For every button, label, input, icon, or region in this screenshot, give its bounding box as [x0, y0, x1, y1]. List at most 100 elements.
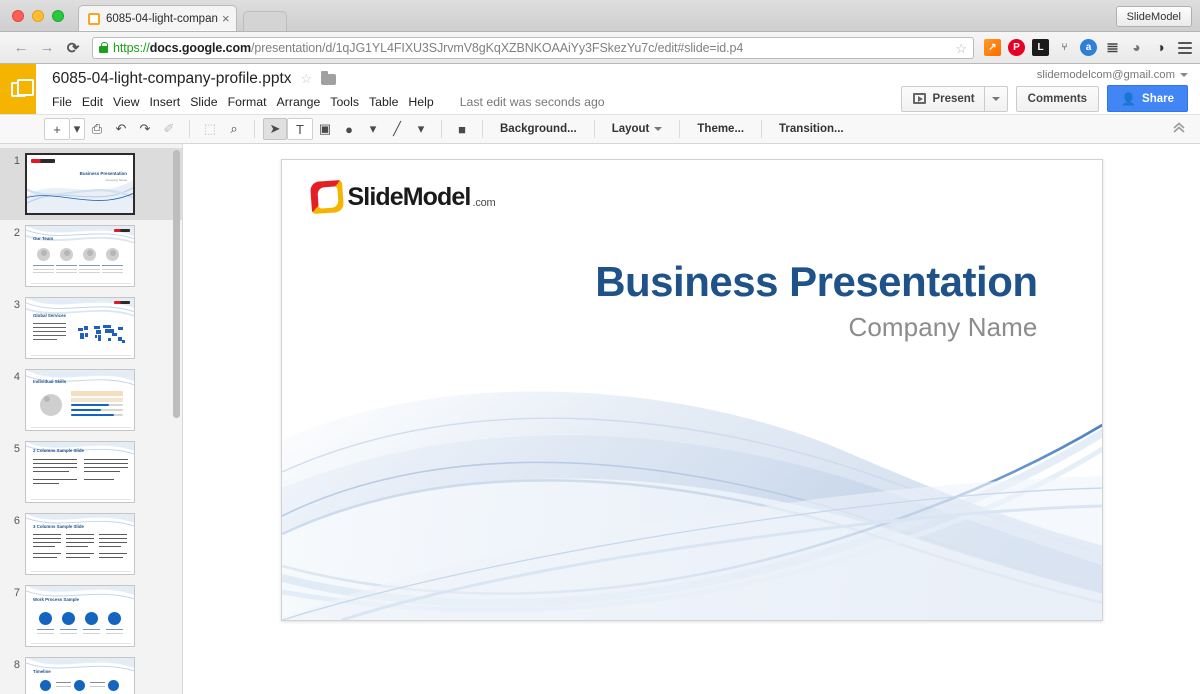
last-edit-status[interactable]: Last edit was seconds ago — [460, 95, 605, 109]
thumbnail-slide-8[interactable]: 8 Timeline — [0, 652, 182, 694]
ruler-extension-icon[interactable]: ⑂ — [1056, 39, 1073, 56]
close-window-button[interactable] — [12, 10, 24, 22]
header-button-group: Present Comments 👤 Share — [901, 85, 1188, 112]
collapse-toolbar-icon[interactable] — [1172, 122, 1192, 137]
paint-format-icon[interactable]: ✐ — [157, 118, 181, 140]
thumbnail-slide-2[interactable]: 2 Our Team — [0, 220, 182, 292]
menu-table[interactable]: Table — [369, 92, 406, 112]
new-tab-button[interactable] — [243, 11, 287, 31]
thumbnail-canvas: 3 Columns Sample Slide — [25, 513, 135, 575]
chevron-down-icon — [992, 97, 1000, 101]
present-button-group: Present — [901, 86, 1007, 112]
thumbnail-number: 5 — [4, 441, 20, 455]
menu-help[interactable]: Help — [408, 92, 441, 112]
present-dropdown-button[interactable] — [985, 86, 1008, 112]
select-tool-icon[interactable]: ➤ — [263, 118, 287, 140]
thumbnail-number: 8 — [4, 657, 20, 671]
star-icon[interactable]: ☆ — [301, 71, 313, 87]
slide-canvas-area[interactable]: SlideModel .com Business Presentation Co… — [183, 144, 1200, 694]
browser-profile-button[interactable]: SlideModel — [1116, 6, 1192, 27]
url-scheme: https:// — [113, 41, 150, 55]
slide-subtitle[interactable]: Company Name — [848, 312, 1037, 343]
wave-graphic-icon — [27, 155, 133, 215]
buffer-extension-icon[interactable]: ≣ — [1104, 39, 1121, 56]
tab-close-icon[interactable]: × — [222, 12, 230, 25]
chevron-down-icon — [654, 127, 662, 131]
shape-dropdown-icon[interactable]: ▾ — [361, 118, 385, 140]
account-indicator[interactable]: slidemodelcom@gmail.com — [1037, 69, 1188, 81]
thumbnail-slide-5[interactable]: 5 2 Columns Sample Slide — [0, 436, 182, 508]
document-title[interactable]: 6085-04-light-company-profile.pptx — [52, 70, 292, 88]
menu-tools[interactable]: Tools — [330, 92, 367, 112]
thumbnail-slide-6[interactable]: 6 3 Columns Sample Slide — [0, 508, 182, 580]
slide-title[interactable]: Business Presentation — [595, 258, 1037, 306]
share-button[interactable]: 👤 Share — [1107, 85, 1188, 112]
toolbar-divider — [594, 120, 595, 138]
google-slides-icon[interactable] — [0, 64, 36, 114]
background-button[interactable]: Background... — [491, 118, 586, 140]
menu-insert[interactable]: Insert — [149, 92, 188, 112]
url-host: docs.google.com — [150, 41, 251, 55]
line-dropdown-icon[interactable]: ▾ — [409, 118, 433, 140]
minimize-window-button[interactable] — [32, 10, 44, 22]
slidemodel-logo-text: SlideModel — [348, 183, 471, 212]
slide-filmstrip[interactable]: 1 Business Presentation Company Name — [0, 144, 183, 694]
textbox-tool-icon[interactable]: T — [287, 118, 313, 140]
browser-navbar: ← → ⟳ https://docs.google.com/presentati… — [0, 32, 1200, 64]
menu-file[interactable]: File — [52, 92, 80, 112]
url-text: https://docs.google.com/presentation/d/1… — [113, 41, 743, 55]
toolbar-divider — [761, 120, 762, 138]
reload-icon[interactable]: ⟳ — [60, 35, 86, 61]
thumbnail-slide-4[interactable]: 4 Individual Skills — [0, 364, 182, 436]
undo-icon[interactable]: ↶ — [109, 118, 133, 140]
hootsuite-extension-icon[interactable]: ◑ — [1152, 39, 1169, 56]
new-slide-button[interactable]: + — [44, 118, 70, 140]
comments-button[interactable]: Comments — [1016, 86, 1099, 112]
chrome-menu-icon[interactable] — [1178, 42, 1192, 54]
filmstrip-scrollbar[interactable] — [173, 150, 180, 418]
thumbnail-number: 1 — [4, 153, 20, 167]
slides-toolbar: + ▾ ⎙ ↶ ↷ ✐ ⬚ ⌕ ➤ T ▣ ● ▾ ╱ ▾ ■ Backgrou… — [0, 114, 1200, 144]
toolbar-divider — [482, 120, 483, 138]
amazon-extension-icon[interactable]: a — [1080, 39, 1097, 56]
menu-edit[interactable]: Edit — [82, 92, 111, 112]
browser-tab[interactable]: 6085-04-light-company-pr × — [78, 5, 237, 31]
analytics-extension-icon[interactable]: ↗ — [984, 39, 1001, 56]
extension-toolbar: ↗ P L ⑂ a ≣ ◕ ◑ — [980, 39, 1192, 56]
redo-icon[interactable]: ↷ — [133, 118, 157, 140]
zoom-icon[interactable]: ⌕ — [222, 118, 246, 140]
address-bar[interactable]: https://docs.google.com/presentation/d/1… — [92, 37, 974, 59]
current-slide[interactable]: SlideModel .com Business Presentation Co… — [281, 159, 1103, 621]
back-icon[interactable]: ← — [8, 35, 34, 61]
menu-view[interactable]: View — [113, 92, 147, 112]
menu-slide[interactable]: Slide — [190, 92, 225, 112]
title-and-menus: 6085-04-light-company-profile.pptx ☆ Fil… — [36, 64, 901, 114]
bookmark-star-icon[interactable]: ☆ — [955, 41, 967, 57]
menu-arrange[interactable]: Arrange — [277, 92, 329, 112]
pinterest-extension-icon[interactable]: P — [1008, 39, 1025, 56]
print-icon[interactable]: ⎙ — [85, 118, 109, 140]
theme-button[interactable]: Theme... — [688, 118, 753, 140]
folder-icon[interactable] — [321, 74, 336, 85]
layout-button[interactable]: Layout — [603, 118, 672, 140]
globe-extension-icon[interactable]: ◕ — [1128, 39, 1145, 56]
insert-video-icon[interactable]: ■ — [450, 118, 474, 140]
thumbnail-slide-1[interactable]: 1 Business Presentation Company Name — [0, 148, 182, 220]
forward-icon[interactable]: → — [34, 35, 60, 61]
insert-image-icon[interactable]: ▣ — [313, 118, 337, 140]
shape-tool-icon[interactable]: ● — [337, 118, 361, 140]
lastpass-extension-icon[interactable]: L — [1032, 39, 1049, 56]
maximize-window-button[interactable] — [52, 10, 64, 22]
tab-favicon-icon — [88, 13, 100, 25]
scrollbar-thumb[interactable] — [173, 150, 180, 418]
new-slide-dropdown[interactable]: ▾ — [70, 118, 85, 140]
filmstrip-scroll-container: 1 Business Presentation Company Name — [0, 144, 182, 694]
fit-to-screen-icon[interactable]: ⬚ — [198, 118, 222, 140]
transition-button[interactable]: Transition... — [770, 118, 853, 140]
thumbnail-canvas: Work Process Sample — [25, 585, 135, 647]
line-tool-icon[interactable]: ╱ — [385, 118, 409, 140]
thumbnail-slide-7[interactable]: 7 Work Process Sample — [0, 580, 182, 652]
present-button[interactable]: Present — [901, 86, 984, 112]
thumbnail-slide-3[interactable]: 3 Global Services — [0, 292, 182, 364]
menu-format[interactable]: Format — [228, 92, 275, 112]
